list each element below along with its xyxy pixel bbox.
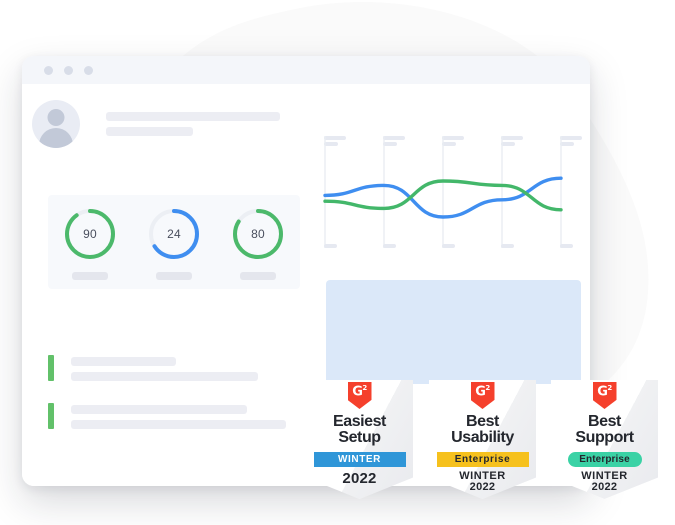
g2-logo-superscript: 2	[485, 384, 490, 392]
badge-title-line: Support	[575, 429, 634, 447]
badge-ribbon: Enterprise	[567, 451, 642, 467]
content-block	[326, 280, 581, 384]
gauge-ring: 90	[61, 205, 119, 263]
list-item-line-1	[71, 357, 176, 366]
list-item-accent-bar	[48, 403, 54, 429]
chart-tick-label-bottom	[501, 244, 514, 248]
badge-period: 2022	[342, 469, 377, 487]
g2-badge-3[interactable]: G2 Best Support Enterprise WINTER 2022	[551, 380, 658, 499]
avatar-head	[47, 109, 65, 126]
gauge-2: 24	[143, 205, 205, 280]
g2-logo-text: G2	[475, 384, 490, 400]
g2-badge-1[interactable]: G2 Easiest Setup WINTER 2022	[306, 380, 413, 499]
chart-bottom-tick-labels	[322, 240, 573, 252]
chart-tick-label-bottom	[442, 244, 455, 248]
badge-shape: G2 Best Support Enterprise WINTER 2022	[551, 380, 658, 499]
badge-title-line: Easiest	[333, 413, 386, 430]
badge-title: Easiest Setup	[333, 413, 386, 447]
list-item-line-1	[71, 405, 247, 414]
list-item-skeleton	[71, 403, 286, 429]
gauge-label-skeleton	[240, 272, 276, 280]
list-item-line-2	[71, 372, 258, 381]
g2-logo-text: G2	[597, 384, 612, 400]
gauge-value: 80	[251, 227, 265, 241]
g2-logo-superscript: 2	[607, 384, 612, 392]
illustration-stage: 90 24 80 G2 Easiest Setup WINTER 2022 G2 Best Usa…	[0, 0, 675, 525]
badge-ribbon: Enterprise	[436, 451, 529, 467]
badge-title-line: Setup	[338, 429, 381, 447]
g2-logo-icon: G2	[470, 382, 495, 409]
chart-tick-label-bottom	[560, 244, 573, 248]
gauge-ring: 80	[229, 205, 287, 263]
gauge-value: 90	[83, 227, 97, 241]
badge-title-line: Usability	[451, 429, 514, 447]
list-item[interactable]	[48, 355, 258, 381]
line-chart	[322, 136, 564, 248]
badge-period-line: 2022	[591, 481, 618, 494]
badge-title: Best Usability	[451, 413, 514, 447]
avatar-body	[39, 128, 73, 148]
badge-period: WINTER 2022	[581, 470, 627, 494]
badge-ribbon-text: Enterprise	[579, 453, 630, 465]
badge-ribbon-text: Enterprise	[454, 453, 511, 465]
window-dot-minimize[interactable]	[64, 65, 73, 75]
badge-shape: G2 Best Usability Enterprise WINTER 2022	[429, 380, 536, 499]
gauge-value: 24	[167, 227, 181, 241]
window-dot-close[interactable]	[44, 65, 53, 75]
badge-title-line: Best	[588, 413, 621, 430]
profile-row	[32, 100, 280, 148]
badge-period-line: 2022	[342, 469, 377, 487]
gauge-label-skeleton	[156, 272, 192, 280]
g2-badge-2[interactable]: G2 Best Usability Enterprise WINTER 2022	[429, 380, 536, 499]
profile-skeleton-line-2	[106, 127, 193, 136]
chart-tick-label-bottom	[324, 244, 337, 248]
badge-ribbon: WINTER	[313, 451, 406, 467]
list-item-accent-bar	[48, 355, 54, 381]
badge-period: WINTER 2022	[459, 470, 505, 494]
list-item[interactable]	[48, 403, 286, 429]
gauge-label-skeleton	[72, 272, 108, 280]
profile-text-skeleton	[106, 112, 280, 136]
badge-shape: G2 Easiest Setup WINTER 2022	[306, 380, 413, 499]
window-titlebar	[22, 56, 590, 84]
list-item-line-2	[71, 420, 286, 429]
badge-title-line: Best	[466, 413, 499, 430]
g2-logo-superscript: 2	[362, 384, 367, 392]
g2-logo-icon: G2	[347, 382, 372, 409]
chart-tick-label-bottom	[383, 244, 396, 248]
line-chart-svg	[323, 136, 563, 248]
g2-logo-text: G2	[352, 384, 367, 400]
list-item-skeleton	[71, 355, 258, 381]
badge-period-line: 2022	[469, 481, 496, 494]
g2-logo-icon: G2	[592, 382, 617, 409]
window-dot-maximize[interactable]	[84, 65, 93, 75]
gauge-3: 80	[227, 205, 289, 280]
user-avatar-icon	[32, 100, 80, 148]
badge-title: Best Support	[575, 413, 634, 447]
gauges-card: 90 24 80	[48, 195, 300, 289]
gauges-container: 90 24 80	[48, 195, 300, 289]
gauge-ring: 24	[145, 205, 203, 263]
profile-skeleton-line-1	[106, 112, 280, 121]
gauge-1: 90	[59, 205, 121, 280]
badge-ribbon-text: WINTER	[337, 453, 382, 465]
